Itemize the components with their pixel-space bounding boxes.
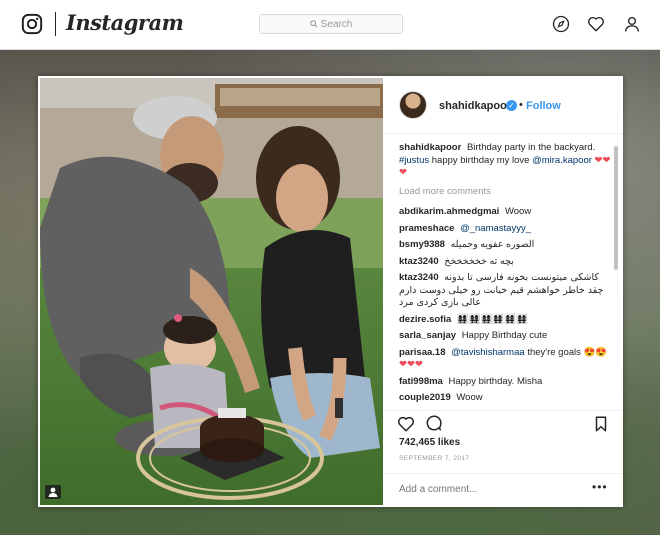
comment-mention[interactable]: @tavishisharmaa xyxy=(451,347,525,358)
comment-username[interactable]: bsmy9388 xyxy=(399,239,445,250)
post-actions-bar xyxy=(383,410,623,432)
comment-text: Woow xyxy=(504,206,532,217)
comment-username[interactable]: ktaz3240 xyxy=(399,256,439,267)
comment-text: they're goals xyxy=(527,346,581,358)
comment-text: الصوره عفويه وجميله xyxy=(450,239,535,250)
instagram-wordmark[interactable]: Instagram xyxy=(66,10,184,35)
caption-text-middle: happy birthday my love xyxy=(431,154,530,166)
caption: shahidkapoor Birthday party in the backy… xyxy=(399,142,611,180)
like-heart-icon[interactable] xyxy=(397,415,415,433)
list-item: ktaz3240 بچه ته خخخخخخخ xyxy=(399,256,611,269)
comment-username[interactable]: sarla_sanjay xyxy=(399,330,456,341)
avatar[interactable] xyxy=(399,91,427,119)
compass-icon[interactable] xyxy=(552,15,570,33)
list-item: fati998ma Happy birthday. Misha xyxy=(399,376,611,389)
comment-text: Happy Birthday cute xyxy=(461,330,548,341)
comment-bubble-icon[interactable] xyxy=(425,415,443,433)
list-item: bsmy9388 الصوره عفويه وجميله xyxy=(399,239,611,252)
comment-username[interactable]: fati998ma xyxy=(399,376,443,387)
comments-list[interactable]: shahidkapoor Birthday party in the backy… xyxy=(399,142,611,406)
header-separator: • xyxy=(519,99,523,111)
comment-emoji: 👩‍👩‍👧‍👧👩‍👩‍👧‍👧👩‍👩‍👧‍👧👩‍👩‍👧‍👧👩‍👩‍👧‍👧👩‍👩‍👧… xyxy=(456,313,528,325)
post-sidebar: shahidkapoor ✓ • Follow shahidkapoor Bir… xyxy=(383,76,623,507)
caption-mention[interactable]: @mira.kapoor xyxy=(532,155,592,166)
caption-hashtag[interactable]: #justus xyxy=(399,155,429,166)
profile-icon[interactable] xyxy=(623,15,641,33)
heart-icon[interactable] xyxy=(587,15,605,33)
comment-username[interactable]: ktaz3240 xyxy=(399,272,439,283)
comment-username[interactable]: parisaa.18 xyxy=(399,347,445,358)
list-item: abdikarim.ahmedgmai Woow xyxy=(399,206,611,219)
likes-count[interactable]: 742,465 likes xyxy=(399,437,460,448)
list-item: ktaz3240 کاشکی میتونست بخونه فارسی تا بد… xyxy=(399,272,611,310)
top-navigation-bar: Instagram Search xyxy=(0,0,660,50)
user-tag-icon[interactable] xyxy=(45,485,61,499)
comment-username[interactable]: abdikarim.ahmedgmai xyxy=(399,206,499,217)
post-header: shahidkapoor ✓ • Follow xyxy=(383,76,623,134)
post-author-username[interactable]: shahidkapoor xyxy=(439,100,511,112)
comment-text: Woow xyxy=(456,392,483,403)
comment-mention[interactable]: @_namastayyy_ xyxy=(460,223,531,234)
list-item: couple2019 Woow xyxy=(399,392,611,405)
load-more-comments-button[interactable]: Load more comments xyxy=(399,186,611,199)
search-icon xyxy=(309,20,318,28)
comment-username[interactable]: couple2019 xyxy=(399,392,451,403)
caption-username[interactable]: shahidkapoor xyxy=(399,142,461,153)
add-comment-input[interactable] xyxy=(399,484,579,495)
scrollbar-thumb[interactable] xyxy=(614,146,618,270)
comment-text: Happy birthday. Misha xyxy=(448,375,543,387)
list-item: sarla_sanjay Happy Birthday cute xyxy=(399,330,611,343)
family-photo-illustration xyxy=(40,78,383,505)
comment-text: بچه ته خخخخخخخ xyxy=(444,255,514,267)
list-item: parisaa.18 @tavishisharmaa they're goals… xyxy=(399,347,611,372)
add-comment-section: ••• xyxy=(383,473,623,507)
post-date[interactable]: SEPTEMBER 7, 2017 xyxy=(399,455,469,462)
follow-button[interactable]: Follow xyxy=(526,100,561,112)
comment-username[interactable]: dezire.sofia xyxy=(399,314,451,325)
search-placeholder: Search xyxy=(320,18,353,30)
verified-badge-icon: ✓ xyxy=(506,100,517,111)
search-input[interactable]: Search xyxy=(259,14,403,34)
comment-username[interactable]: prameshace xyxy=(399,223,454,234)
post-modal: shahidkapoor ✓ • Follow shahidkapoor Bir… xyxy=(38,76,623,507)
caption-text: Birthday party in the backyard. xyxy=(466,142,596,153)
instagram-logo-icon[interactable] xyxy=(21,13,43,35)
more-options-icon[interactable]: ••• xyxy=(592,480,608,494)
logo-divider xyxy=(55,12,56,36)
list-item: dezire.sofia 👩‍👩‍👧‍👧👩‍👩‍👧‍👧👩‍👩‍👧‍👧👩‍👩‍👧‍… xyxy=(399,314,611,327)
list-item: prameshace @_namastayyy_ xyxy=(399,223,611,236)
comments-scrollbar[interactable] xyxy=(614,142,618,406)
bookmark-icon[interactable] xyxy=(592,415,610,433)
post-photo[interactable] xyxy=(40,78,383,505)
